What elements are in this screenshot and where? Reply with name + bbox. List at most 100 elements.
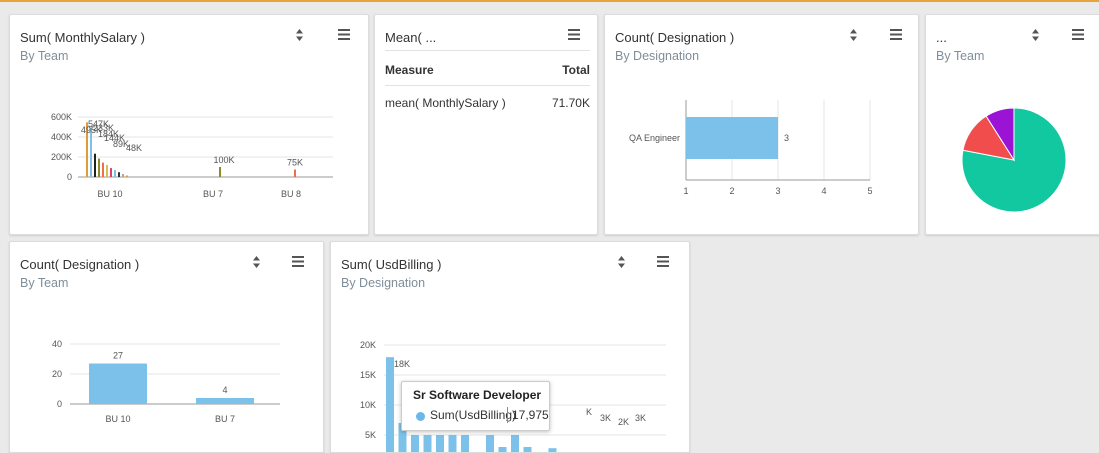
y-tick-label: 5K xyxy=(365,430,376,440)
y-tick-label: 10K xyxy=(360,400,376,410)
widget-subtitle: By Designation xyxy=(615,49,700,63)
widget-subtitle: By Team xyxy=(936,49,985,63)
tooltip-value: 17,975 xyxy=(512,408,549,422)
sort-icon[interactable] xyxy=(617,255,626,269)
x-tick-label: 1 xyxy=(683,186,688,196)
data-label: 4 xyxy=(222,385,227,395)
x-tick-label: 5 xyxy=(867,186,872,196)
x-tick-label: BU 7 xyxy=(203,189,223,199)
table-row: mean( MonthlySalary ) 71.70K xyxy=(385,86,590,121)
menu-icon[interactable] xyxy=(1072,29,1084,40)
bar xyxy=(411,435,419,452)
y-tick-label: 20K xyxy=(360,340,376,350)
y-tick-label: 0 xyxy=(57,399,62,409)
widget-subtitle: By Team xyxy=(20,276,69,290)
widget-sum-monthly-salary: Sum( MonthlySalary ) By Team 600K 400K 200… xyxy=(9,14,369,235)
bar xyxy=(461,435,469,452)
menu-icon[interactable] xyxy=(657,256,669,267)
team-count-bar-chart: 40 20 0 27 BU 10 4 BU 7 xyxy=(52,339,280,424)
team-pie-chart xyxy=(961,107,1067,213)
widget-title: Count( Designation ) xyxy=(20,257,140,272)
data-label: 3K xyxy=(600,413,611,423)
x-tick-label: BU 8 xyxy=(281,189,301,199)
y-tick-label: 0 xyxy=(67,172,72,182)
tooltip-title: Sr Software Developer xyxy=(413,388,542,402)
widget-title: Count( Designation ) xyxy=(615,30,735,45)
tooltip-series-dot xyxy=(416,412,425,421)
widget-pie-by-team: ... By Team xyxy=(925,14,1099,235)
data-label: K xyxy=(586,407,592,417)
bar xyxy=(511,435,519,452)
widget-subtitle: By Designation xyxy=(341,276,426,290)
y-tick-label: 20 xyxy=(52,369,62,379)
y-tick-label: QA Engineer xyxy=(629,133,680,143)
data-label: 2K xyxy=(618,417,629,427)
designation-hbar-chart: 1 2 3 4 5 QA Engineer 3 xyxy=(629,100,873,196)
x-tick-label: BU 10 xyxy=(105,414,130,424)
x-tick-label: 2 xyxy=(729,186,734,196)
menu-icon[interactable] xyxy=(292,256,304,267)
data-label: 48K xyxy=(126,143,142,153)
bar xyxy=(118,172,120,177)
table-cell-measure: mean( MonthlySalary ) xyxy=(385,96,506,110)
widget-subtitle: By Team xyxy=(20,49,69,63)
y-tick-label: 15K xyxy=(360,370,376,380)
sort-icon[interactable] xyxy=(849,28,858,42)
x-tick-label: BU 7 xyxy=(215,414,235,424)
bar xyxy=(386,357,394,452)
x-tick-label: 3 xyxy=(775,186,780,196)
bar xyxy=(548,448,557,452)
widget-title: Mean( ... xyxy=(385,30,437,45)
data-label: 18K xyxy=(394,359,410,369)
widget-title: ... xyxy=(936,30,947,45)
widget-mean: Mean( ... Measure Total mean( MonthlySal… xyxy=(374,14,598,235)
widget-count-designation-by-team: Count( Designation ) By Team 40 20 0 27 BU 1… xyxy=(9,241,324,453)
x-tick-label: BU 10 xyxy=(97,189,122,199)
bar xyxy=(114,170,116,177)
mean-table: Measure Total mean( MonthlySalary ) 71.7… xyxy=(385,50,590,120)
bar xyxy=(436,435,444,452)
data-label: 3K xyxy=(635,413,646,423)
y-tick-label: 40 xyxy=(52,339,62,349)
widget-count-designation-by-designation: Count( Designation ) By Designation 1 2 3 4… xyxy=(604,14,919,235)
bar xyxy=(294,169,296,177)
table-header-measure: Measure xyxy=(385,50,541,86)
y-tick-label: 600K xyxy=(51,112,72,122)
tooltip-series-label: Sum(UsdBilling) xyxy=(430,408,517,422)
monthly-salary-chart: 600K400K200K0BU 10 BU 7 BU 8547K495K233K18… xyxy=(51,112,333,199)
bar xyxy=(486,435,494,452)
menu-icon[interactable] xyxy=(568,29,580,40)
bar xyxy=(498,447,507,452)
menu-icon[interactable] xyxy=(890,29,902,40)
bar xyxy=(219,167,221,177)
bar xyxy=(94,153,96,177)
y-tick-label: 200K xyxy=(51,152,72,162)
bar xyxy=(448,435,457,452)
bar xyxy=(106,165,108,177)
bar xyxy=(523,447,532,452)
tooltip-separator xyxy=(507,407,508,423)
data-label: 100K xyxy=(213,155,234,165)
table-cell-total: 71.70K xyxy=(551,96,590,110)
sort-icon[interactable] xyxy=(1031,28,1040,42)
sort-icon[interactable] xyxy=(295,28,304,42)
menu-icon[interactable] xyxy=(338,29,350,40)
sort-icon[interactable] xyxy=(252,255,261,269)
bar xyxy=(686,117,778,159)
bar xyxy=(423,435,432,452)
bar xyxy=(196,398,254,404)
y-tick-label: 400K xyxy=(51,132,72,142)
bar xyxy=(89,363,147,404)
bar xyxy=(110,168,112,177)
widget-title: Sum( MonthlySalary ) xyxy=(20,30,145,45)
bar xyxy=(102,162,104,177)
x-tick-label: 4 xyxy=(821,186,826,196)
bar xyxy=(122,174,124,177)
bar xyxy=(126,175,128,177)
table-header-total: Total xyxy=(540,50,590,86)
data-label: 27 xyxy=(113,351,123,361)
top-accent-line xyxy=(0,0,1099,2)
data-label: 75K xyxy=(287,158,303,168)
widget-title: Sum( UsdBilling ) xyxy=(341,257,442,272)
bar xyxy=(98,158,100,177)
